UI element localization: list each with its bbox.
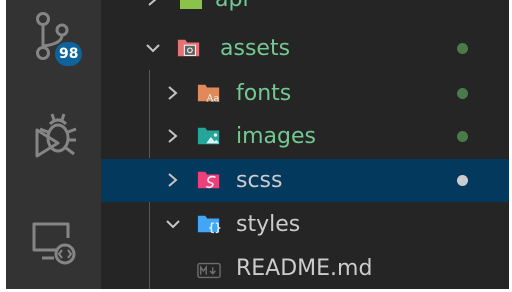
tree-item-label: assets — [220, 36, 291, 61]
tree-item-fonts[interactable]: Aa fonts — [101, 72, 509, 115]
activity-bar: 98 — [6, 0, 101, 289]
git-status-dot — [457, 43, 468, 54]
remote-explorer-icon — [32, 222, 76, 265]
tree-item-scss[interactable]: scss — [101, 159, 509, 202]
git-status-dot — [457, 175, 468, 186]
vscode-window: 98 assets Aa fonts images scss {} styles… — [6, 0, 509, 289]
tree-item-label: api — [215, 0, 249, 21]
activity-source-control[interactable]: 98 — [6, 0, 101, 90]
explorer-tree: api assets Aa fonts — [101, 0, 509, 289]
folder-assets-icon — [177, 39, 200, 57]
svg-text:{}: {} — [208, 221, 221, 234]
folder-scss-icon — [197, 171, 220, 189]
tree-item-styles[interactable]: {} styles — [101, 203, 509, 246]
tree-item-images[interactable]: images — [101, 115, 509, 158]
source-control-badge: 98 — [55, 42, 83, 66]
folder-images-icon — [197, 127, 220, 145]
chevron-right-icon — [165, 72, 183, 115]
svg-text:Aa: Aa — [205, 93, 219, 104]
folder-api-icon — [180, 0, 202, 9]
debug-icon — [35, 113, 77, 158]
chevron-right-icon — [145, 0, 163, 21]
markdown-file-icon — [197, 262, 221, 279]
activity-remote-explorer[interactable] — [6, 200, 101, 289]
tree-item-label: scss — [236, 168, 283, 193]
activity-run-debug[interactable] — [6, 98, 101, 188]
chevron-down-icon — [145, 27, 163, 70]
folder-fonts-icon: Aa — [197, 84, 220, 104]
tree-item-assets[interactable]: assets — [101, 27, 509, 70]
tree-item-label: styles — [236, 212, 301, 237]
git-status-dot — [457, 131, 468, 142]
tree-item-api[interactable]: api — [101, 0, 509, 21]
tree-item-label: fonts — [236, 81, 292, 106]
git-status-dot — [457, 88, 468, 99]
chevron-right-icon — [165, 159, 183, 202]
chevron-down-icon — [165, 203, 183, 246]
tree-item-label: README.md — [236, 256, 373, 281]
chevron-right-icon — [165, 115, 183, 158]
folder-styles-icon: {} — [197, 215, 221, 234]
tree-item-label: images — [236, 124, 316, 149]
tree-item-readme[interactable]: README.md — [101, 247, 509, 289]
